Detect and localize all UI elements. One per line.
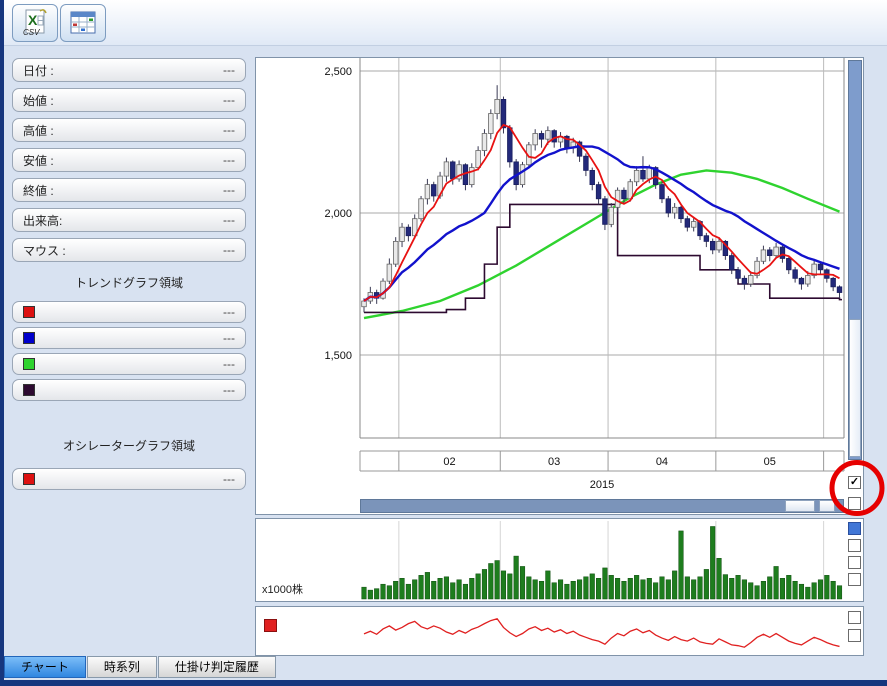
info-field-row: 終値 : --- xyxy=(12,178,246,202)
info-fields: 日付 : --- 始値 : --- 高値 : --- 安値 : --- 終値 : --- 出来高: -… xyxy=(12,58,246,262)
info-field-row: 始値 : --- xyxy=(12,88,246,112)
trend-legend-row: --- xyxy=(12,379,246,401)
field-label: 高値 : xyxy=(23,123,54,138)
main-chart-panel: 2,500 2,000 1,500 02 03 04 05 2015 ✓ xyxy=(255,57,864,515)
field-value: --- xyxy=(223,123,235,137)
legend-color-chip xyxy=(23,306,35,318)
visibility-checkbox[interactable] xyxy=(848,497,861,510)
svg-text:2015: 2015 xyxy=(590,479,614,491)
field-value: --- xyxy=(223,63,235,77)
info-panel: 日付 : --- 始値 : --- 高値 : --- 安値 : --- 終値 : --- 出来高: -… xyxy=(12,58,246,494)
oscillator-section-title: オシレーターグラフ領域 xyxy=(62,439,195,453)
tab-time-series[interactable]: 時系列 xyxy=(86,656,157,678)
legend-color-chip xyxy=(23,332,35,344)
info-field-row: 日付 : --- xyxy=(12,58,246,82)
tab-chart[interactable]: チャート xyxy=(4,656,86,678)
main-chart-checkboxes: ✓ xyxy=(848,476,861,510)
osc-legends: --- xyxy=(12,468,246,490)
trend-section-title: トレンドグラフ領域 xyxy=(74,276,183,290)
field-value: --- xyxy=(223,183,235,197)
horizontal-scrollbar-thumb[interactable] xyxy=(785,500,815,512)
volume-scroll-thumb[interactable] xyxy=(848,522,861,535)
tab-bar: チャート 時系列 仕掛け判定履歴 xyxy=(4,656,277,680)
info-field-row: 高値 : --- xyxy=(12,118,246,142)
field-label: 終値 : xyxy=(23,183,54,198)
osc-legend-row: --- xyxy=(12,468,246,490)
svg-text:05: 05 xyxy=(764,456,776,468)
legend-value: --- xyxy=(223,357,235,371)
volume-unit-label: x1000株 xyxy=(262,584,303,596)
tab-trade-signal-history[interactable]: 仕掛け判定履歴 xyxy=(157,656,276,678)
field-label: 安値 : xyxy=(23,153,54,168)
svg-text:02: 02 xyxy=(443,456,455,468)
volume-checkboxes xyxy=(848,539,861,586)
vertical-scrollbar[interactable] xyxy=(848,60,862,460)
window-frame-left xyxy=(0,0,4,686)
info-field-row: 安値 : --- xyxy=(12,148,246,172)
field-value: --- xyxy=(223,213,235,227)
table-view-button[interactable] xyxy=(60,4,106,42)
svg-text:04: 04 xyxy=(656,456,668,468)
visibility-checkbox[interactable] xyxy=(848,629,861,642)
visibility-checkbox[interactable] xyxy=(848,539,861,552)
trend-legend-row: --- xyxy=(12,301,246,323)
volume-chart[interactable] xyxy=(256,519,846,601)
field-value: --- xyxy=(223,93,235,107)
trend-legend-row: --- xyxy=(12,353,246,375)
field-label: 出来高: xyxy=(23,213,63,228)
app-window: X CSV 日付 : --- 始値 : --- 高値 : --- 安値 : --- 終値 xyxy=(0,0,887,686)
legend-value: --- xyxy=(223,305,235,319)
svg-text:1,500: 1,500 xyxy=(324,350,352,362)
info-field-row: マウス : --- xyxy=(12,238,246,262)
horizontal-scrollbar-button[interactable] xyxy=(819,500,835,512)
trend-legends: --- --- --- --- xyxy=(12,301,246,401)
svg-text:2,000: 2,000 xyxy=(324,208,352,220)
svg-text:03: 03 xyxy=(548,456,560,468)
horizontal-scrollbar[interactable] xyxy=(360,499,844,513)
volume-panel: x1000株 xyxy=(255,518,864,602)
oscillator-legend-chip xyxy=(264,619,277,632)
visibility-checkbox[interactable] xyxy=(848,573,861,586)
trend-legend-row: --- xyxy=(12,327,246,349)
legend-value: --- xyxy=(223,383,235,397)
legend-color-chip xyxy=(23,358,35,370)
toolbar: X CSV xyxy=(4,0,887,46)
table-chart-icon xyxy=(70,11,96,34)
svg-text:CSV: CSV xyxy=(23,28,40,37)
legend-color-chip xyxy=(23,473,35,485)
legend-value: --- xyxy=(223,472,235,486)
oscillator-checkboxes xyxy=(848,611,861,642)
oscillator-panel xyxy=(255,606,864,656)
field-value: --- xyxy=(223,153,235,167)
visibility-checkbox-checked[interactable]: ✓ xyxy=(848,476,861,489)
legend-color-chip xyxy=(23,384,35,396)
legend-value: --- xyxy=(223,331,235,345)
field-label: 始値 : xyxy=(23,93,54,108)
svg-text:X: X xyxy=(28,12,38,28)
field-label: 日付 : xyxy=(23,63,54,78)
visibility-checkbox[interactable] xyxy=(848,556,861,569)
field-value: --- xyxy=(223,243,235,257)
visibility-checkbox[interactable] xyxy=(848,611,861,624)
info-field-row: 出来高: --- xyxy=(12,208,246,232)
vertical-scrollbar-thumb[interactable] xyxy=(849,319,861,457)
svg-text:2,500: 2,500 xyxy=(324,66,352,78)
field-label: マウス : xyxy=(23,243,66,258)
export-csv-button[interactable]: X CSV xyxy=(12,4,58,42)
main-chart[interactable]: 2,500 2,000 1,500 02 03 04 05 2015 xyxy=(256,58,846,495)
oscillator-chart[interactable] xyxy=(256,607,846,655)
window-frame-bottom xyxy=(0,680,887,686)
excel-csv-icon: X CSV xyxy=(23,9,47,37)
